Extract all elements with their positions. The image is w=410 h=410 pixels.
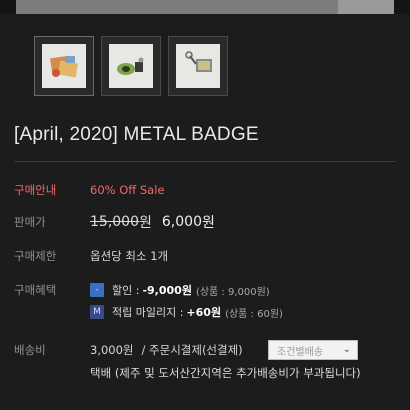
shipping-method: / 주문시결제(선결제)	[141, 343, 243, 357]
top-banner	[0, 0, 410, 14]
thumbnail-1[interactable]	[34, 36, 94, 96]
title-divider	[14, 161, 396, 162]
notice-row: 구매안내 60% Off Sale	[14, 182, 164, 198]
thumbnail-list	[34, 36, 228, 96]
price-row: 판매가 15,000 원 6,000 원	[14, 212, 215, 232]
mileage-icon: M	[90, 305, 104, 319]
discount-item: - 할인 : -9,000원 (상품 : 9,000원)	[90, 282, 270, 298]
shipping-select-value: 조건별배송	[277, 346, 323, 358]
original-price-unit: 원	[139, 215, 152, 231]
discount-amount: -9,000원	[142, 284, 192, 297]
badge-set-image	[50, 55, 79, 78]
mileage-label: 적립 마일리지 :	[112, 306, 184, 319]
discount-icon: -	[90, 283, 104, 297]
thumbnail-3[interactable]	[168, 36, 228, 96]
limit-label: 구매제한	[14, 249, 57, 263]
badge-keyring-image	[185, 51, 212, 72]
discount-label: 할인 :	[112, 284, 140, 297]
mileage-amount: +60원	[186, 306, 222, 319]
sale-price: 6,000	[161, 214, 202, 230]
mileage-item: M 적립 마일리지 : +60원 (상품 : 60원)	[90, 304, 283, 320]
thumbnail-2[interactable]	[101, 36, 161, 96]
shipping-label: 배송비	[14, 343, 46, 357]
limit-row: 구매제한 옵션당 최소 1개	[14, 248, 168, 264]
chevron-down-icon: ⌄	[342, 344, 351, 355]
price-label: 판매가	[14, 215, 46, 229]
main-product-image	[16, 0, 394, 14]
benefit-label: 구매혜택	[14, 283, 57, 297]
shipping-row: 배송비 3,000원 / 주문시결제(선결제)	[14, 342, 243, 358]
sale-price-unit: 원	[201, 215, 215, 231]
discount-detail: (상품 : 9,000원)	[195, 286, 270, 298]
benefit-row: 구매혜택	[14, 282, 90, 298]
shipping-select[interactable]: 조건별배송 ⌄	[268, 340, 358, 360]
limit-value: 옵션당 최소 1개	[90, 249, 169, 263]
shipping-value: 3,000원	[90, 343, 134, 357]
mileage-detail: (상품 : 60원)	[225, 308, 283, 320]
original-price: 15,000	[90, 214, 139, 230]
badge-green-image	[117, 57, 144, 75]
notice-label: 구매안내	[14, 183, 57, 197]
notice-value: 60% Off Sale	[90, 183, 165, 197]
shipping-note: 택배 (제주 및 도서산간지역은 추가배송비가 부과됩니다)	[90, 366, 361, 380]
product-title: [April, 2020] METAL BADGE	[14, 124, 259, 145]
